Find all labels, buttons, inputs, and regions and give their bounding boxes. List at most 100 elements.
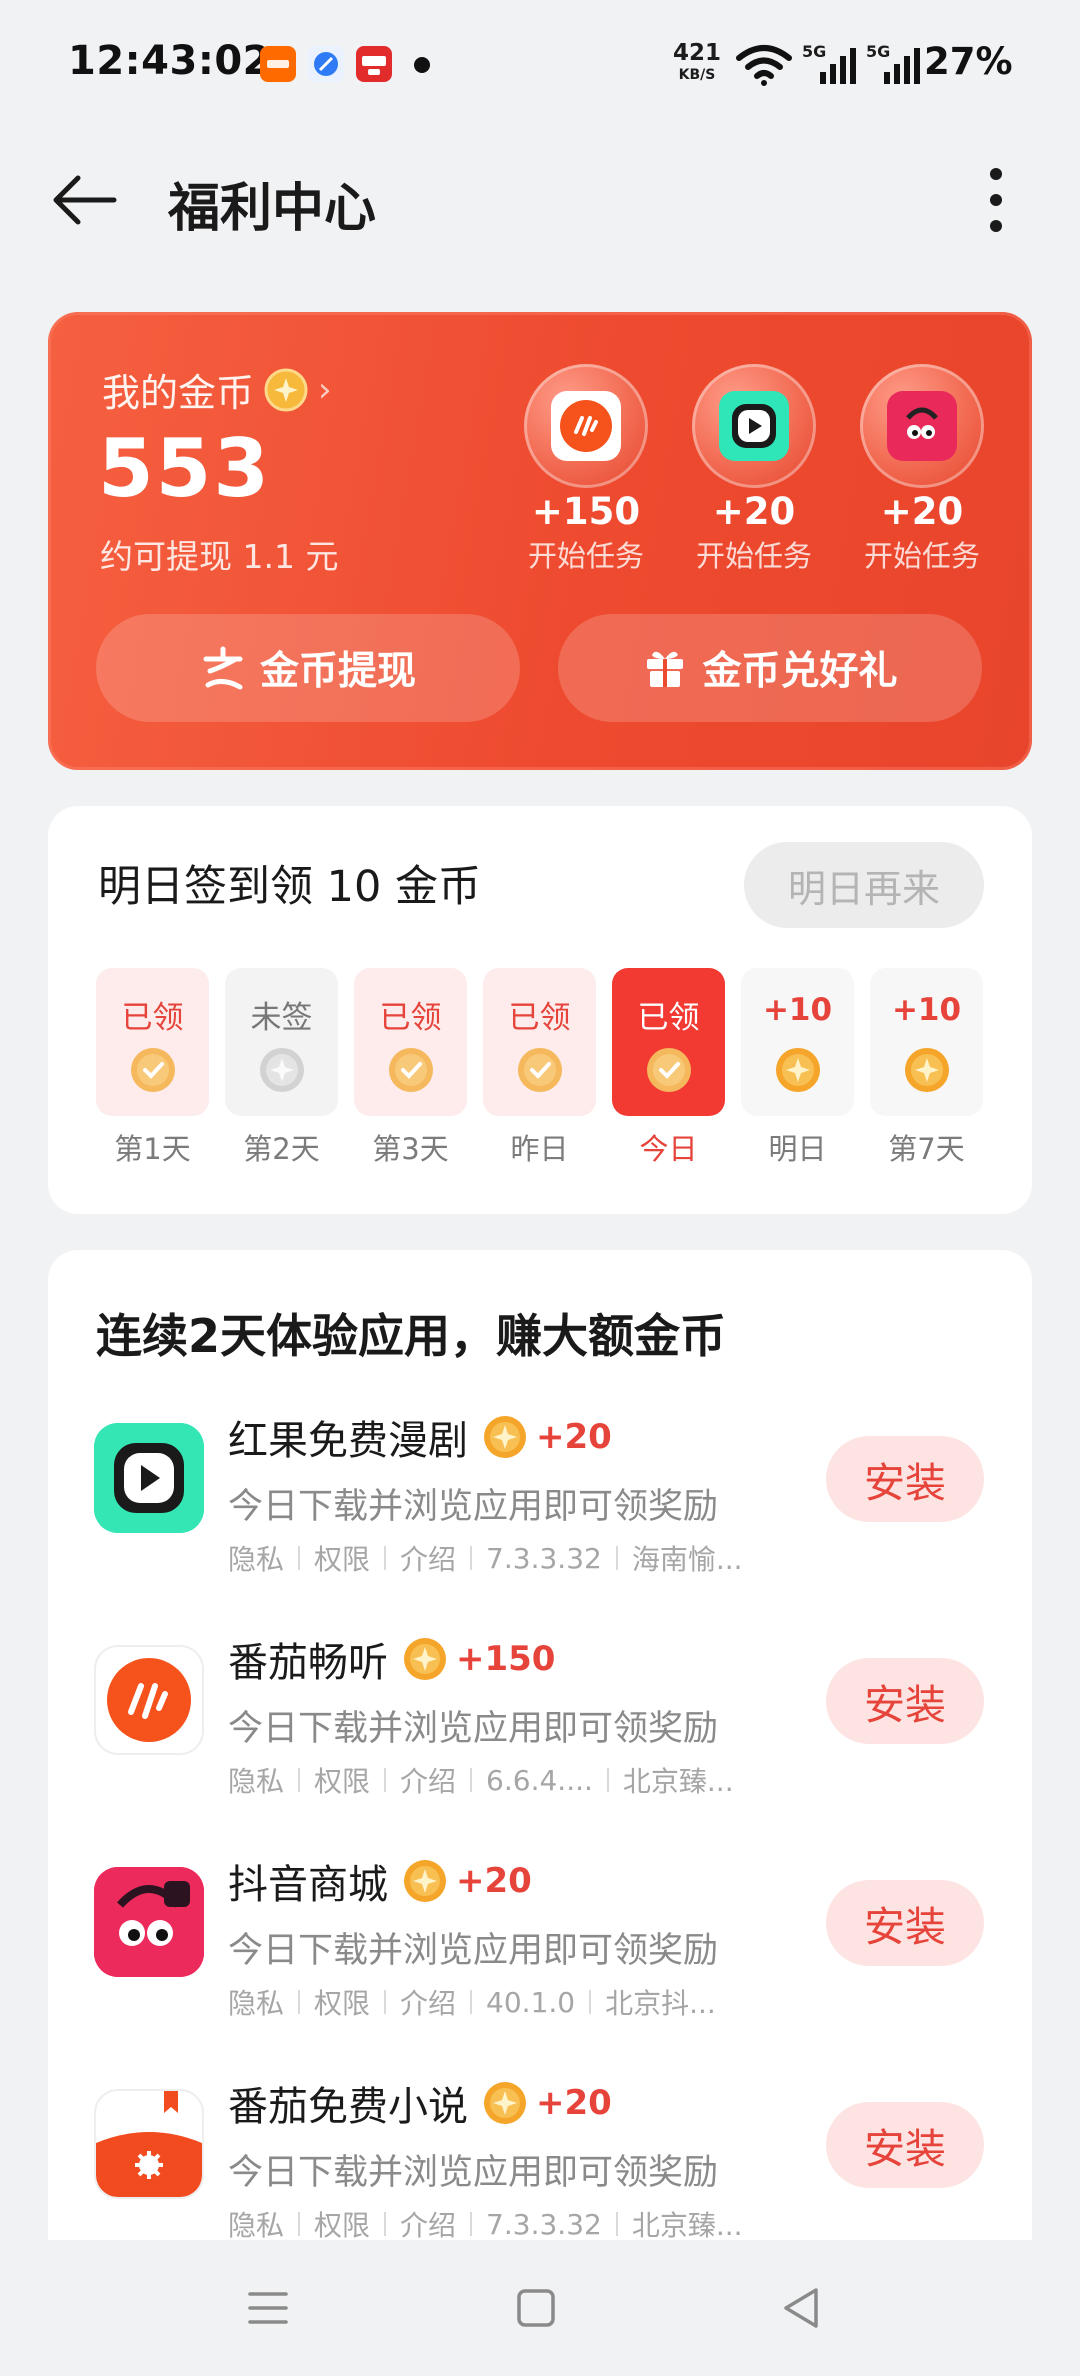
page-title: 福利中心 (168, 179, 377, 239)
app-description: 今日下载并浏览应用即可领奖励 (228, 1487, 719, 1527)
permissions-link[interactable]: 权限 (314, 1760, 370, 1800)
gold-coin-icon (404, 1638, 446, 1680)
privacy-link[interactable]: 隐私 (228, 1982, 284, 2022)
checkin-day-today: 已领 今日 (612, 968, 725, 1168)
app-description: 今日下载并浏览应用即可领奖励 (228, 2153, 719, 2193)
fanqie-listen-app-icon (94, 1645, 204, 1755)
task-reward: +150 (531, 490, 641, 533)
more-options-icon[interactable] (978, 162, 1014, 238)
install-button[interactable]: 安装 (826, 1436, 984, 1522)
permissions-link[interactable]: 权限 (314, 1982, 370, 2022)
day-label: 昨日 (510, 1132, 569, 1166)
withdraw-coins-button[interactable]: 金币提现 (96, 614, 520, 722)
gold-coin-icon (264, 368, 308, 411)
back-triangle-icon[interactable] (770, 2276, 834, 2340)
install-button[interactable]: 安装 (826, 1658, 984, 1744)
app-list-item[interactable]: 抖音商城 +20 今日下载并浏览应用即可领奖励 隐私 权限 介绍 40.1.0 … (48, 1844, 1032, 2044)
app-name-row: 番茄畅听 +150 (228, 1630, 555, 1688)
divider (615, 2212, 618, 2236)
day-status: 已领 (637, 1000, 700, 1036)
quick-task-douyin-mall[interactable]: +20 开始任务 (838, 364, 1006, 575)
checkin-card: 明日签到领 10 金币 明日再来 已领 第1天 未签 第2天 已领 第3天 已领… (48, 806, 1032, 1214)
intro-link[interactable]: 介绍 (400, 1760, 456, 1800)
withdraw-estimate: 约可提现 1.1 元 (100, 537, 339, 576)
claimed-coin-icon (130, 1048, 175, 1092)
checkin-day: 已领 第1天 (96, 968, 209, 1168)
divider (384, 1546, 387, 1570)
gold-coin-icon (484, 2082, 526, 2124)
hongguo-drama-app-icon (94, 1423, 204, 1533)
intro-link[interactable]: 介绍 (400, 1538, 456, 1578)
app-version: 40.1.0 (486, 1985, 576, 2019)
checkin-days: 已领 第1天 未签 第2天 已领 第3天 已领 昨日 已领 今日 +10 明日 … (96, 968, 983, 1168)
redeem-gifts-button[interactable]: 金币兑好礼 (558, 614, 982, 722)
gold-coin-icon (904, 1048, 949, 1092)
gold-coin-icon (404, 1860, 446, 1902)
day-status: +10 (891, 992, 962, 1028)
quick-task-hongguo-drama[interactable]: +20 开始任务 (670, 364, 838, 575)
app-reward: +20 (456, 1861, 532, 1901)
douyin-mall-app-icon (94, 1867, 204, 1977)
install-button[interactable]: 安装 (826, 1880, 984, 1966)
fanqie-novel-app-icon (94, 2089, 204, 2199)
app-version: 7.3.3.32 (486, 2207, 602, 2241)
permissions-link[interactable]: 权限 (314, 2204, 370, 2244)
claimed-coin-icon (388, 1048, 433, 1092)
douyin-mall-app-icon (887, 391, 957, 461)
my-coins-link[interactable]: 我的金币 › (102, 362, 332, 417)
divider (589, 1990, 592, 2014)
app-name-row: 抖音商城 +20 (228, 1852, 532, 1910)
app-name: 番茄免费小说 (228, 2084, 468, 2130)
pinduoduo-pay-icon (356, 46, 392, 82)
app-reward: +20 (536, 1417, 612, 1457)
day-label: 今日 (639, 1132, 698, 1166)
permissions-link[interactable]: 权限 (314, 1538, 370, 1578)
chevron-right-icon: › (318, 369, 332, 410)
app-reward: +20 (536, 2083, 612, 2123)
app-developer: 北京臻... (631, 2209, 743, 2242)
checkin-day: 已领 昨日 (483, 968, 596, 1168)
status-bar: 12:43:02 421 KB/S 5G 5G 27% (0, 0, 1080, 130)
my-coins-label: 我的金币 (102, 371, 255, 415)
promo-title: 连续2天体验应用，赚大额金币 (96, 1309, 727, 1363)
battery-level: 27% (924, 40, 1013, 83)
top-bar: 福利中心 (0, 140, 1080, 260)
privacy-link[interactable]: 隐私 (228, 2204, 284, 2244)
come-back-tomorrow-button[interactable]: 明日再来 (744, 842, 984, 928)
privacy-link[interactable]: 隐私 (228, 1760, 284, 1800)
privacy-link[interactable]: 隐私 (228, 1538, 284, 1578)
back-arrow-icon[interactable] (48, 170, 118, 230)
divider (615, 1546, 618, 1570)
checkin-title: 明日签到领 10 金币 (98, 862, 482, 912)
system-nav-bar (0, 2240, 1080, 2376)
intro-link[interactable]: 介绍 (400, 2204, 456, 2244)
app-list-item[interactable]: 番茄畅听 +150 今日下载并浏览应用即可领奖励 隐私 权限 介绍 6.6.4.… (48, 1622, 1032, 1822)
intro-link[interactable]: 介绍 (400, 1982, 456, 2022)
app-version: 6.6.4.... (486, 1763, 593, 1797)
quick-task-fanqie-listen[interactable]: +150 开始任务 (502, 364, 670, 575)
app-reward: +150 (456, 1639, 556, 1679)
checkin-day: 未签 第2天 (225, 968, 338, 1168)
fanqie-listen-app-icon (551, 391, 621, 461)
claimed-coin-icon (517, 1048, 562, 1092)
hongguo-drama-app-icon (719, 391, 789, 461)
day-label: 第1天 (114, 1132, 191, 1166)
gift-icon (647, 651, 684, 687)
app-list-item[interactable]: 红果免费漫剧 +20 今日下载并浏览应用即可领奖励 隐私 权限 介绍 7.3.3… (48, 1400, 1032, 1600)
divider (298, 1546, 301, 1570)
app-developer: 海南愉... (631, 1543, 743, 1576)
menu-icon[interactable] (236, 2276, 300, 2340)
divider (470, 2212, 473, 2236)
app-name-row: 番茄免费小说 +20 (228, 2074, 612, 2132)
home-icon[interactable] (504, 2276, 568, 2340)
day-status: 未签 (250, 1000, 313, 1036)
divider (384, 1990, 387, 2014)
install-button[interactable]: 安装 (826, 2102, 984, 2188)
app-trial-card: 连续2天体验应用，赚大额金币 红果免费漫剧 +20 今日下载并浏览应用即可领奖励… (48, 1250, 1032, 2250)
app-list-item[interactable]: 番茄免费小说 +20 今日下载并浏览应用即可领奖励 隐私 权限 介绍 7.3.3… (48, 2066, 1032, 2250)
day-label: 明日 (768, 1132, 827, 1166)
divider (298, 2212, 301, 2236)
day-label: 第3天 (372, 1132, 449, 1166)
quick-tasks: +150 开始任务 +20 开始任务 +20 开始任务 (502, 364, 1006, 575)
sim2-signal-icon: 5G (866, 42, 922, 86)
